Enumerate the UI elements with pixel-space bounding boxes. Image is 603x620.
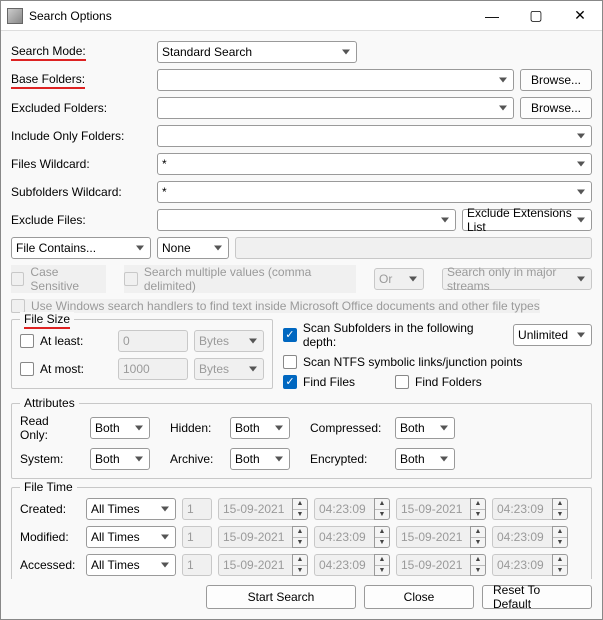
spin-icon[interactable]: ▲▼ [552,526,568,548]
accessed-time2[interactable]: 04:23:09 [492,554,552,576]
minimize-button[interactable]: — [470,2,514,30]
file-contains-select[interactable]: File Contains... [11,237,151,259]
find-files-check[interactable]: Find Files [283,375,355,389]
compressed-select[interactable]: Both [395,417,455,439]
exclude-files-combo[interactable] [157,209,456,231]
hidden-select[interactable]: Both [230,417,290,439]
accessed-date2[interactable]: 15-09-2021 [396,554,470,576]
archive-select[interactable]: Both [230,448,290,470]
modified-time2[interactable]: 04:23:09 [492,526,552,548]
spin-icon[interactable]: ▲▼ [470,554,486,576]
attributes-legend: Attributes [20,396,79,410]
file-contains-text[interactable] [235,237,592,259]
encrypted-label: Encrypted: [310,452,385,466]
modified-date2[interactable]: 15-09-2021 [396,526,470,548]
at-least-unit[interactable]: Bytes [194,330,264,352]
accessed-date1[interactable]: 15-09-2021 [218,554,292,576]
files-wildcard-combo[interactable]: * [157,153,592,175]
case-sensitive-check[interactable]: Case Sensitive [11,265,106,293]
system-select[interactable]: Both [90,448,150,470]
or-select[interactable]: Or [374,268,424,290]
maximize-button[interactable]: ▢ [514,2,558,30]
spin-icon[interactable]: ▲▼ [552,554,568,576]
archive-label: Archive: [170,452,220,466]
at-least-input[interactable]: 0 [118,330,188,352]
depth-select[interactable]: Unlimited [513,324,592,346]
browse-base-button[interactable]: Browse... [520,69,592,91]
accessed-num[interactable]: 1 [182,554,212,576]
spin-icon[interactable]: ▲▼ [292,498,308,520]
files-wildcard-label: Files Wildcard: [11,157,151,171]
include-only-combo[interactable] [157,125,592,147]
search-mode-label: Search Mode: [11,44,86,61]
encoding-select[interactable]: None [157,237,229,259]
search-mode-select[interactable]: Standard Search [157,41,357,63]
spin-icon[interactable]: ▲▼ [374,498,390,520]
window-title: Search Options [29,9,470,23]
at-least-check[interactable]: At least: [20,334,83,348]
reset-button[interactable]: Reset To Default [482,585,592,609]
spin-icon[interactable]: ▲▼ [292,526,308,548]
scan-subfolders-check[interactable]: Scan Subfolders in the following depth: [283,321,507,349]
spin-icon[interactable]: ▲▼ [374,554,390,576]
spin-icon[interactable]: ▲▼ [470,498,486,520]
subfolders-wildcard-label: Subfolders Wildcard: [11,185,151,199]
titlebar: Search Options — ▢ ✕ [1,1,602,31]
at-most-check[interactable]: At most: [20,362,84,376]
modified-date1[interactable]: 15-09-2021 [218,526,292,548]
close-button[interactable]: Close [364,585,474,609]
app-icon [7,8,23,24]
browse-excluded-button[interactable]: Browse... [520,97,592,119]
modified-mode[interactable]: All Times [86,526,176,548]
created-mode[interactable]: All Times [86,498,176,520]
readonly-label: Read Only: [20,414,80,442]
scan-ntfs-check[interactable]: Scan NTFS symbolic links/junction points [283,355,522,369]
exclude-files-label: Exclude Files: [11,213,151,227]
find-folders-check[interactable]: Find Folders [395,375,482,389]
spin-icon[interactable]: ▲▼ [552,498,568,520]
close-window-button[interactable]: ✕ [558,2,602,30]
multi-values-check[interactable]: Search multiple values (comma delimited) [124,265,356,293]
spin-icon[interactable]: ▲▼ [470,526,486,548]
subfolders-wildcard-combo[interactable]: * [157,181,592,203]
win-search-check[interactable]: Use Windows search handlers to find text… [11,299,540,313]
accessed-label: Accessed: [20,558,80,572]
created-date1[interactable]: 15-09-2021 [218,498,292,520]
created-label: Created: [20,502,80,516]
base-folders-label: Base Folders: [11,72,85,89]
created-time2[interactable]: 04:23:09 [492,498,552,520]
exclude-ext-select[interactable]: Exclude Extensions List [462,209,592,231]
excluded-folders-combo[interactable] [157,97,514,119]
system-label: System: [20,452,80,466]
file-size-legend: File Size [24,312,70,329]
include-only-label: Include Only Folders: [11,129,151,143]
accessed-time1[interactable]: 04:23:09 [314,554,374,576]
modified-num[interactable]: 1 [182,526,212,548]
created-date2[interactable]: 15-09-2021 [396,498,470,520]
at-most-input[interactable]: 1000 [118,358,188,380]
spin-icon[interactable]: ▲▼ [374,526,390,548]
major-streams-select[interactable]: Search only in major streams [442,268,592,290]
encrypted-select[interactable]: Both [395,448,455,470]
modified-time1[interactable]: 04:23:09 [314,526,374,548]
modified-label: Modified: [20,530,80,544]
at-most-unit[interactable]: Bytes [194,358,264,380]
start-search-button[interactable]: Start Search [206,585,356,609]
excluded-folders-label: Excluded Folders: [11,101,151,115]
accessed-mode[interactable]: All Times [86,554,176,576]
readonly-select[interactable]: Both [90,417,150,439]
created-time1[interactable]: 04:23:09 [314,498,374,520]
compressed-label: Compressed: [310,421,385,435]
base-folders-combo[interactable] [157,69,514,91]
hidden-label: Hidden: [170,421,220,435]
created-num[interactable]: 1 [182,498,212,520]
filetime-legend: File Time [20,480,77,494]
spin-icon[interactable]: ▲▼ [292,554,308,576]
